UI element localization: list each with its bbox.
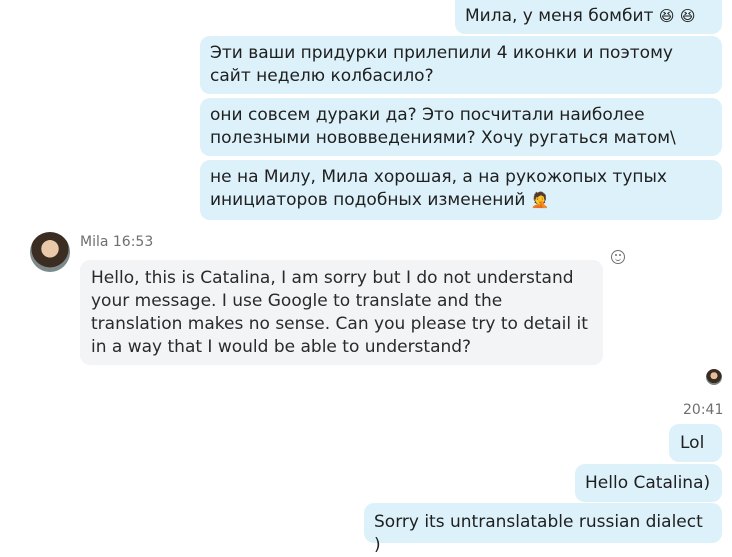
outgoing-message-3[interactable]: они совсем дураки да? Это посчитали наиб…: [200, 98, 722, 156]
outgoing-message-4[interactable]: не на Милу, Мила хорошая, а на рукожопых…: [200, 160, 722, 220]
add-reaction-icon[interactable]: [611, 250, 625, 264]
outgoing-message-2[interactable]: Эти ваши придурки прилепили 4 иконки и п…: [200, 36, 722, 94]
read-receipt-avatar: [706, 369, 722, 385]
outgoing-message-lol[interactable]: Lol: [669, 424, 722, 462]
message-text: Мила, у меня бомбит: [465, 6, 654, 26]
message-time: 16:53: [112, 234, 154, 250]
incoming-message[interactable]: Hello, this is Catalina, I am sorry but …: [80, 260, 603, 365]
message-text: Sorry its untranslatable russian dialect…: [374, 512, 703, 555]
facepalm-emoji-icon: 🤦: [530, 191, 550, 209]
message-text: они совсем дураки да? Это посчитали наиб…: [210, 105, 676, 148]
avatar[interactable]: [30, 232, 70, 272]
message-text: Lol: [680, 433, 705, 453]
sender-name: Mila: [80, 234, 109, 250]
message-text: Hello, this is Catalina, I am sorry but …: [91, 268, 588, 357]
grin-emoji-icon: 😆: [658, 7, 675, 25]
outgoing-message-1[interactable]: Мила, у меня бомбит 😆 😆: [455, 0, 722, 34]
message-text: Эти ваши придурки прилепили 4 иконки и п…: [210, 43, 673, 86]
grin-emoji-icon: 😆: [679, 7, 696, 25]
message-text: Hello Catalina): [585, 473, 711, 493]
outgoing-message-sorry[interactable]: Sorry its untranslatable russian dialect…: [364, 503, 722, 555]
message-meta: Mila 16:53: [80, 234, 153, 250]
outgoing-message-hello[interactable]: Hello Catalina): [575, 464, 722, 502]
message-time: 20:41: [683, 402, 724, 418]
message-text: не на Милу, Мила хорошая, а на рукожопых…: [210, 167, 667, 210]
